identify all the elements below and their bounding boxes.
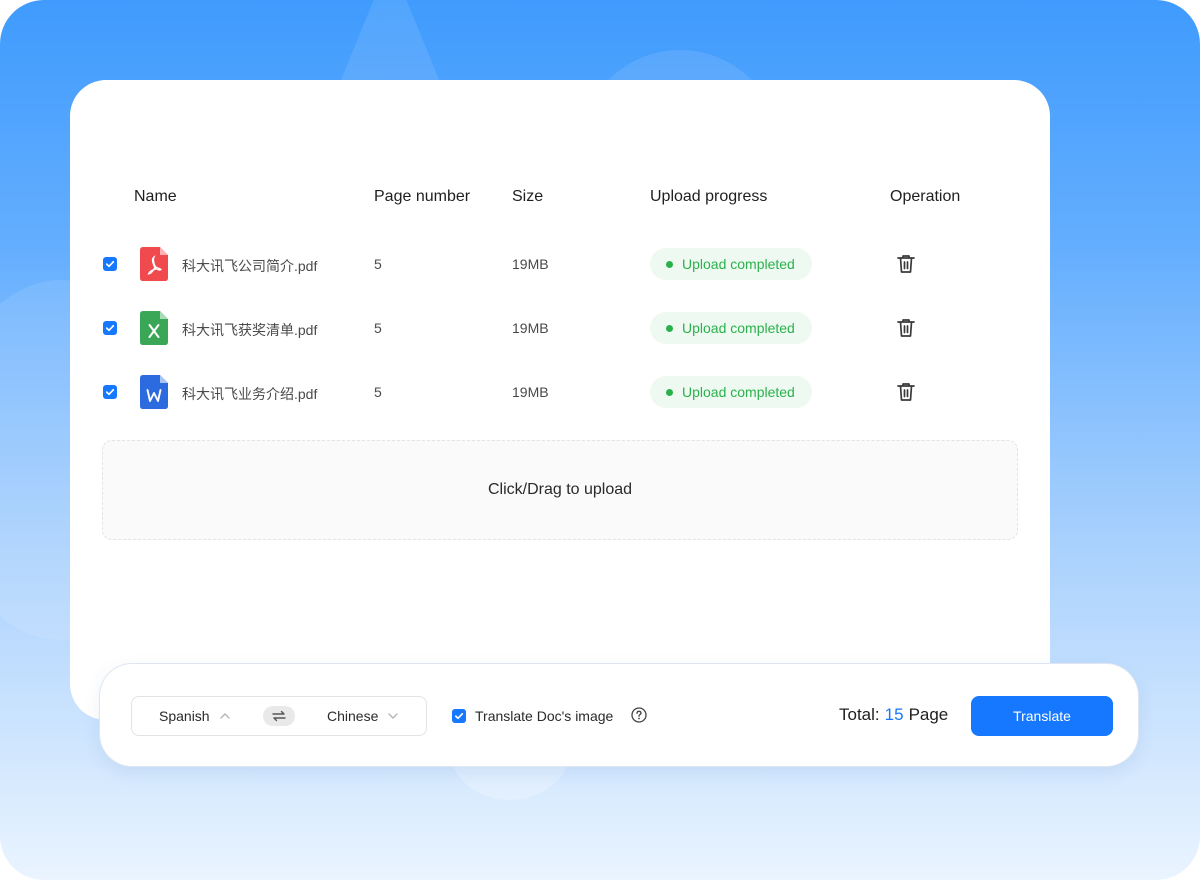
total-pages: Total: 15 Page [839, 705, 948, 725]
row-checkbox[interactable] [103, 257, 117, 271]
row-checkbox[interactable] [103, 385, 117, 399]
trash-icon[interactable] [895, 253, 917, 275]
status-text: Upload completed [682, 256, 795, 272]
chevron-up-icon[interactable] [219, 711, 231, 721]
column-header-upload-progress: Upload progress [650, 188, 768, 205]
language-selector: Spanish Chinese [131, 696, 427, 736]
status-dot [666, 388, 673, 396]
target-language-select[interactable]: Chinese [327, 708, 378, 724]
upload-label: Click/Drag to upload [487, 481, 633, 498]
app-background: Name Page number Size Upload progress Op… [0, 0, 1200, 880]
column-header-page-number: Page number [374, 188, 471, 205]
status-dot [666, 324, 673, 332]
page-number: 5 [374, 384, 382, 400]
total-pages-count: 15 [884, 705, 904, 724]
table-row: 科大讯飞获奖清单.pdf 5 19MB Upload completed [70, 296, 1050, 360]
table-row: 科大讯飞业务介绍.pdf 5 19MB Upload completed [70, 360, 1050, 424]
trash-icon[interactable] [895, 317, 917, 339]
file-list-card: Name Page number Size Upload progress Op… [70, 80, 1050, 720]
row-checkbox[interactable] [103, 321, 117, 335]
status-dot [666, 260, 673, 268]
translate-button[interactable]: Translate [971, 696, 1113, 736]
word-file-icon [140, 375, 168, 409]
upload-status-badge: Upload completed [650, 248, 812, 280]
file-name: 科大讯飞获奖清单.pdf [182, 322, 318, 338]
file-size: 19MB [512, 256, 549, 272]
file-size: 19MB [512, 384, 549, 400]
column-header-operation: Operation [890, 188, 961, 205]
table-row: 科大讯飞公司简介.pdf 5 19MB Upload completed [70, 232, 1050, 296]
page-number: 5 [374, 320, 382, 336]
excel-file-icon [140, 311, 168, 345]
upload-dropzone[interactable]: Click/Drag to upload [102, 440, 1018, 540]
upload-status-badge: Upload completed [650, 376, 812, 408]
page-number: 5 [374, 256, 382, 272]
column-header-size: Size [512, 188, 544, 205]
total-suffix: Page [908, 705, 949, 724]
source-language-select[interactable]: Spanish [159, 708, 210, 724]
translate-image-checkbox[interactable] [452, 709, 466, 723]
upload-status-badge: Upload completed [650, 312, 812, 344]
pdf-file-icon [140, 247, 168, 281]
file-size: 19MB [512, 320, 549, 336]
translate-image-label: Translate Doc's image [475, 708, 614, 724]
swap-languages-button[interactable] [263, 706, 295, 726]
status-text: Upload completed [682, 320, 795, 336]
file-name: 科大讯飞业务介绍.pdf [182, 386, 318, 402]
chevron-down-icon[interactable] [387, 711, 399, 721]
file-name: 科大讯飞公司简介.pdf [182, 258, 318, 274]
swap-icon [272, 710, 286, 722]
status-text: Upload completed [682, 384, 795, 400]
translate-toolbar: Spanish Chinese Translate Doc's image To… [100, 664, 1138, 766]
total-prefix: Total: [839, 705, 880, 724]
column-header-name: Name [134, 188, 177, 205]
trash-icon[interactable] [895, 381, 917, 403]
help-icon[interactable] [631, 707, 647, 723]
